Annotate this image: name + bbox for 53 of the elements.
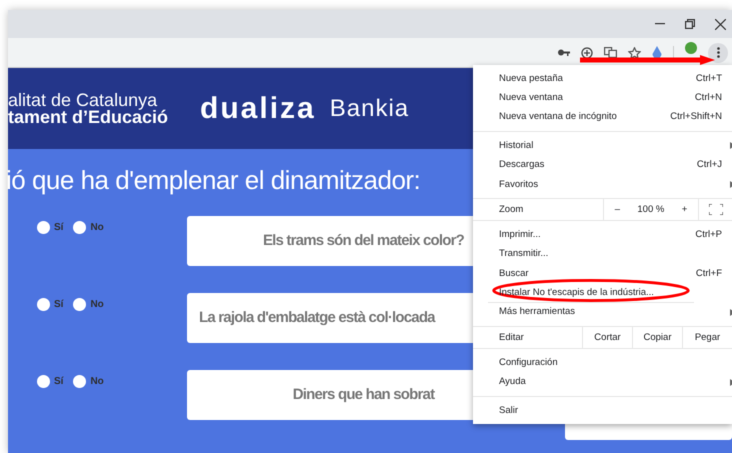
star-icon[interactable]: [628, 46, 641, 58]
radio-button[interactable]: [37, 375, 50, 388]
menu-item[interactable]: Ayuda: [473, 372, 732, 392]
radio-button[interactable]: [37, 298, 50, 311]
menu-item[interactable]: Buscar Ctrl+F: [473, 264, 732, 284]
radio-label: Sí: [54, 375, 64, 389]
radio-label: Sí: [54, 298, 64, 312]
menu-item[interactable]: Nueva pestaña Ctrl+T: [473, 69, 732, 88]
radio-label: No: [90, 375, 104, 389]
menu-item[interactable]: Imprimir... Ctrl+P: [473, 225, 732, 245]
profile-avatar[interactable]: [685, 42, 697, 54]
menu-item[interactable]: Nueva ventana Ctrl+N: [473, 88, 732, 108]
menu-item[interactable]: Salir: [473, 401, 732, 420]
drop-icon[interactable]: [652, 46, 662, 59]
menu-item[interactable]: Configuración: [473, 353, 732, 373]
edit-menu-button[interactable]: Cortar: [582, 327, 632, 348]
edit-label: Editar: [498, 330, 525, 345]
menu-button[interactable]: [708, 42, 728, 62]
department-name: tament d’Educació: [8, 108, 168, 126]
menu-item[interactable]: Transmitir...: [473, 244, 732, 264]
radio-button[interactable]: [37, 221, 50, 234]
radio-label: No: [90, 298, 104, 312]
add-circle-icon[interactable]: [581, 46, 593, 58]
edit-menu-button[interactable]: Copiar: [632, 327, 682, 348]
minimize-icon[interactable]: [655, 23, 665, 25]
menu-item[interactable]: Nueva ventana de incógnito Ctrl+Shift+N: [473, 108, 732, 128]
fullscreen-icon[interactable]: [708, 204, 722, 216]
radio-button[interactable]: [73, 221, 86, 234]
menu-item[interactable]: Descargas Ctrl+J: [473, 156, 732, 175]
question-text: Diners que han sobrat: [292, 384, 434, 405]
zoom-label: Zoom: [498, 202, 524, 217]
organization-name: alitat de Catalunya: [8, 92, 158, 108]
restore-icon[interactable]: [685, 19, 695, 29]
more-vertical-icon: [716, 47, 720, 58]
menu-item[interactable]: Más herramientas: [473, 302, 732, 322]
translate-icon[interactable]: [604, 47, 617, 58]
menu-item[interactable]: Instalar No t'escapis de la indústria...: [473, 284, 732, 303]
logo-text: Bankia: [330, 94, 410, 124]
close-icon[interactable]: [715, 18, 726, 30]
key-icon[interactable]: [558, 49, 570, 56]
radio-button[interactable]: [73, 375, 86, 388]
zoom-out-button[interactable]: –: [610, 202, 624, 217]
question-text: Els trams són del mateix color?: [262, 230, 464, 251]
logo-text: dualiza: [200, 91, 316, 127]
zoom-in-button[interactable]: +: [678, 202, 692, 217]
menu-item[interactable]: Historial: [473, 136, 732, 156]
question-text: La rajola d'embalatge està col·locada: [199, 308, 435, 328]
radio-label: No: [90, 221, 104, 235]
radio-label: Sí: [54, 221, 64, 235]
zoom-value: 100 %: [637, 202, 664, 217]
radio-button[interactable]: [73, 298, 86, 311]
menu-item[interactable]: Favoritos: [473, 174, 732, 194]
edit-menu-button[interactable]: Pegar: [682, 327, 732, 348]
